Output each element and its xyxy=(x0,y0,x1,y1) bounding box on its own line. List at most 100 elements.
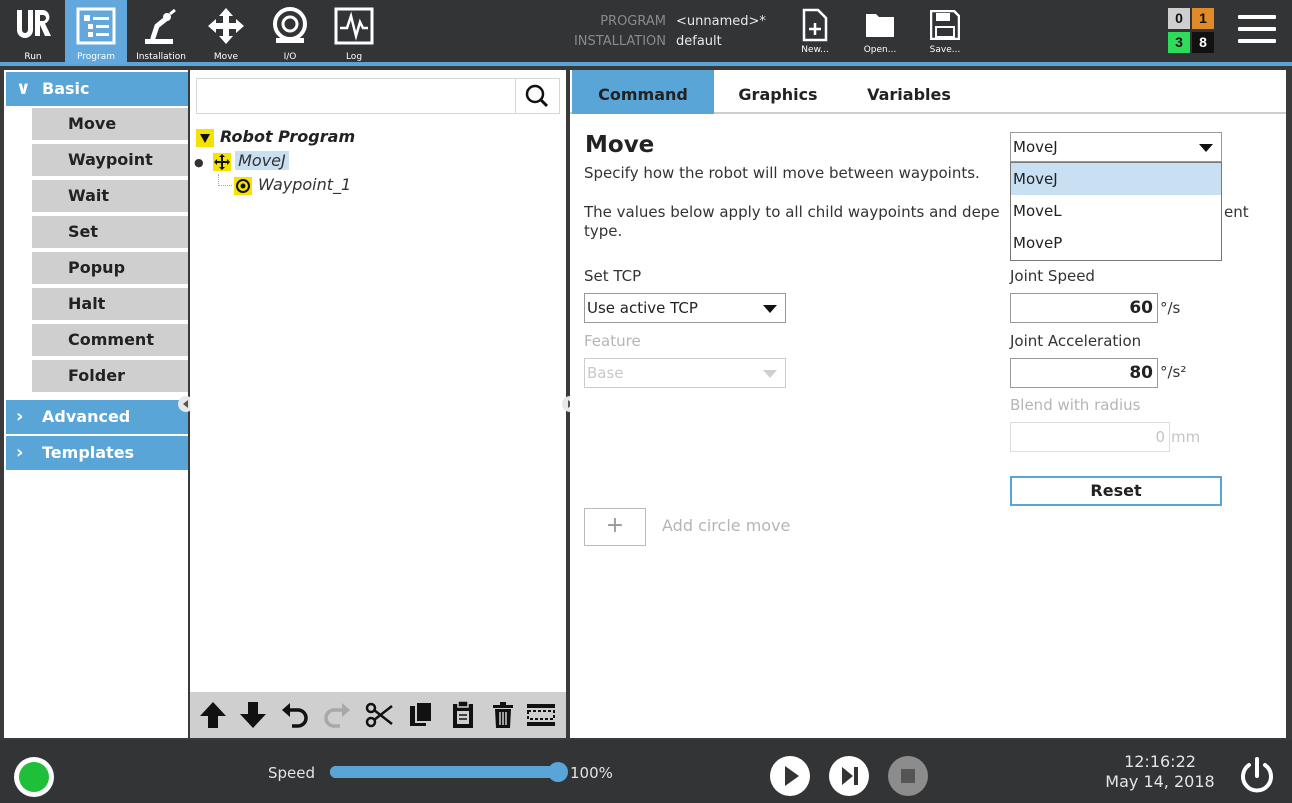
copy-icon xyxy=(410,701,433,726)
set-tcp-label: Set TCP xyxy=(584,267,642,285)
tab-graphics[interactable]: Graphics xyxy=(720,70,836,114)
category-advanced-label: Advanced xyxy=(42,407,131,426)
header-bar: Run Program Installation Move I/O Log PR… xyxy=(0,0,1292,66)
node-halt[interactable]: Halt xyxy=(32,288,188,322)
power-button[interactable] xyxy=(1236,755,1278,797)
nav-run-label: Run xyxy=(24,52,42,62)
node-waypoint-label: Waypoint xyxy=(68,150,153,169)
robot-status-indicator[interactable] xyxy=(14,757,54,797)
speed-slider[interactable] xyxy=(330,762,568,782)
save-button[interactable]: Save... xyxy=(920,6,970,60)
node-waypoint[interactable]: Waypoint xyxy=(32,144,188,178)
tab-variables[interactable]: Variables xyxy=(852,70,966,114)
node-wait[interactable]: Wait xyxy=(32,180,188,214)
category-templates[interactable]: › Templates xyxy=(6,436,188,470)
node-popup[interactable]: Popup xyxy=(32,252,188,286)
nav-run-button[interactable]: Run xyxy=(2,0,64,64)
tree-node-movej[interactable]: ● MoveJ xyxy=(194,150,289,172)
add-circle-move-button[interactable]: + xyxy=(584,508,646,546)
delete-button[interactable] xyxy=(486,698,520,732)
new-button[interactable]: New... xyxy=(790,6,840,60)
category-advanced[interactable]: › Advanced xyxy=(6,400,188,434)
tree-search-input[interactable] xyxy=(199,81,509,111)
suppress-icon xyxy=(527,704,555,726)
paste-button[interactable] xyxy=(446,698,480,732)
option-movej[interactable]: MoveJ xyxy=(1011,163,1221,195)
node-title: Move xyxy=(585,132,655,158)
node-comment[interactable]: Comment xyxy=(32,324,188,358)
tree-toolbar xyxy=(190,692,566,738)
move-type-select[interactable]: MoveJ xyxy=(1010,132,1222,162)
cut-button[interactable] xyxy=(362,698,396,732)
undo-icon xyxy=(282,703,308,728)
feature-label: Feature xyxy=(584,332,641,350)
category-templates-label: Templates xyxy=(42,443,135,462)
joint-speed-unit: °/s xyxy=(1160,299,1181,317)
waypoint-1-label: Waypoint_1 xyxy=(258,175,352,194)
search-button[interactable] xyxy=(515,79,559,113)
nav-installation-label: Installation xyxy=(136,52,186,62)
counter-bottom-right: 8 xyxy=(1192,32,1214,53)
node-set[interactable]: Set xyxy=(32,216,188,250)
blend-radius-input: 0 xyxy=(1010,422,1170,452)
program-name: <unnamed>* xyxy=(676,14,766,29)
trash-icon xyxy=(493,702,513,728)
tab-command[interactable]: Command xyxy=(572,70,714,114)
nav-installation-button[interactable]: Installation xyxy=(130,0,192,64)
joint-acceleration-unit: °/s² xyxy=(1160,363,1187,381)
feature-select: Base xyxy=(584,358,786,388)
arrow-down-icon xyxy=(240,702,266,728)
save-label: Save... xyxy=(929,45,961,55)
counter-top-right: 1 xyxy=(1192,8,1214,29)
speed-label: Speed xyxy=(268,764,316,782)
play-button[interactable] xyxy=(770,756,810,796)
move-node-icon xyxy=(213,152,232,171)
copy-button[interactable] xyxy=(404,698,438,732)
add-circle-move-label: Add circle move xyxy=(662,516,791,535)
speed-slider-handle[interactable] xyxy=(548,762,568,782)
move-up-button[interactable] xyxy=(196,698,230,732)
suppress-button[interactable] xyxy=(524,698,558,732)
undo-button[interactable] xyxy=(278,698,312,732)
reset-button[interactable]: Reset xyxy=(1010,476,1222,506)
joint-acceleration-input[interactable]: 80 xyxy=(1010,358,1158,388)
blend-radius-label: Blend with radius xyxy=(1010,396,1141,414)
ur-logo-icon xyxy=(17,10,51,38)
save-disk-icon xyxy=(930,10,960,40)
nav-move-button[interactable]: Move xyxy=(195,0,257,64)
tree-node-robot-program[interactable]: Robot Program xyxy=(196,126,355,148)
option-movel[interactable]: MoveL xyxy=(1011,195,1221,227)
set-tcp-select[interactable]: Use active TCP xyxy=(584,293,786,323)
hamburger-menu-icon[interactable] xyxy=(1238,15,1276,47)
node-folder[interactable]: Folder xyxy=(32,360,188,394)
nav-io-button[interactable]: I/O xyxy=(259,0,321,64)
joint-speed-input[interactable]: 60 xyxy=(1010,293,1158,323)
program-node-panel: ∨ Basic Move Waypoint Wait Set Popup Hal… xyxy=(4,70,188,738)
category-basic[interactable]: ∨ Basic xyxy=(6,72,188,106)
open-button[interactable]: Open... xyxy=(855,6,905,60)
stop-button xyxy=(888,756,928,796)
nav-log-button[interactable]: Log xyxy=(323,0,385,64)
clock-time: 12:16:22 xyxy=(1124,752,1196,771)
nav-program-button[interactable]: Program xyxy=(65,0,127,64)
dropdown-arrow-icon xyxy=(1199,144,1213,152)
node-move-label: Move xyxy=(68,114,117,133)
tree-connector xyxy=(218,174,232,186)
feature-value: Base xyxy=(587,364,624,382)
speed-value: 100% xyxy=(570,764,613,782)
move-type-value: MoveJ xyxy=(1013,138,1058,156)
robot-program-label: Robot Program xyxy=(220,127,356,146)
option-movep[interactable]: MoveP xyxy=(1011,227,1221,259)
log-chart-icon xyxy=(334,7,374,45)
footer-bar: Speed 100% 12:16:22 May 14, 2018 xyxy=(0,740,1292,803)
arrow-up-icon xyxy=(200,702,226,728)
new-file-icon xyxy=(802,8,828,42)
folder-icon xyxy=(866,14,894,37)
waypoint-node-icon xyxy=(234,176,252,195)
program-tree-panel: Robot Program ● MoveJ Waypoint_1 xyxy=(190,70,566,738)
node-move[interactable]: Move xyxy=(32,108,188,142)
step-button[interactable] xyxy=(829,756,869,796)
program-icon xyxy=(76,7,116,45)
move-down-button[interactable] xyxy=(236,698,270,732)
tree-node-waypoint-1[interactable]: Waypoint_1 xyxy=(234,174,351,196)
